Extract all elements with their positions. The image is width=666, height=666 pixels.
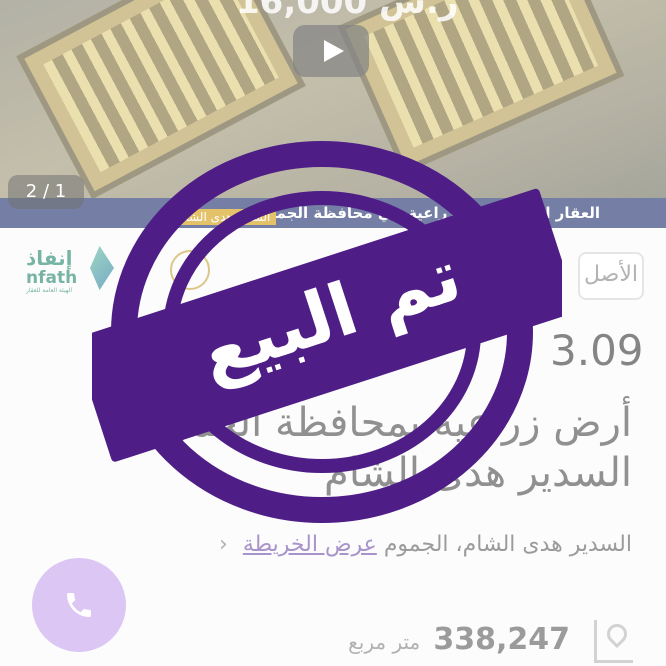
infath-logo-ar: إنفاذ xyxy=(26,246,73,270)
image-counter: 2 / 1 xyxy=(8,175,84,209)
call-button[interactable] xyxy=(32,558,126,652)
area-value: 338,247 xyxy=(433,622,570,657)
asset-badge: الأصل xyxy=(578,252,644,300)
listing-price: 3.09 xyxy=(550,326,644,375)
infath-logo-tag: الهيئة العامة للعقار xyxy=(26,287,73,294)
play-button[interactable] xyxy=(293,25,369,77)
phone-icon[interactable] xyxy=(63,589,95,621)
area-row: 338,247 متر مربع xyxy=(348,622,570,657)
infath-logo-en: nfath xyxy=(26,268,78,288)
location-area-icon xyxy=(594,620,633,663)
hero-price: 16,000 ر.س xyxy=(236,0,459,22)
area-unit: متر مربع xyxy=(348,630,421,654)
